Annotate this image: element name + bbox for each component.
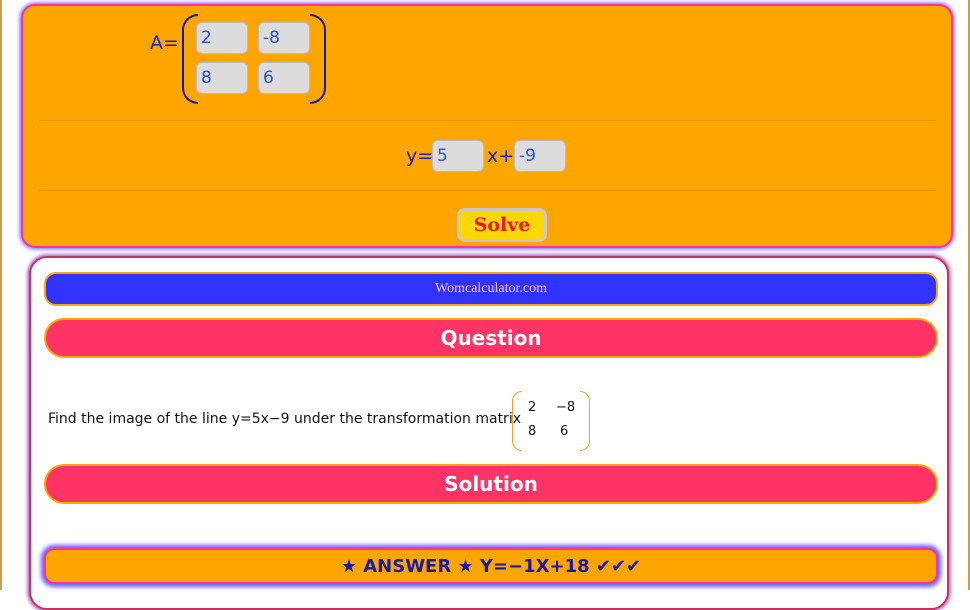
solution-heading: Solution [44, 464, 938, 504]
slope-input[interactable] [432, 140, 484, 172]
divider-top [39, 120, 936, 121]
solve-button[interactable]: Solve [457, 208, 547, 242]
result-panel: Womcalculator.com Question Find the imag… [29, 256, 949, 610]
divider-bottom [39, 190, 936, 191]
question-heading: Question [44, 318, 938, 358]
question-matrix-a22: 6 [560, 424, 569, 439]
matrix-a21-input[interactable] [196, 62, 248, 94]
matrix-a12-input[interactable] [258, 22, 310, 54]
question-matrix-a12: −8 [556, 400, 576, 415]
y-equals-label: y= [406, 145, 434, 167]
x-plus-label: x+ [487, 145, 515, 167]
matrix-right-parenthesis [310, 14, 326, 104]
matrix-label: A= [150, 32, 179, 54]
question-matrix-a11: 2 [528, 400, 537, 415]
input-panel: A= y= x+ Solve [23, 6, 951, 246]
site-banner: Womcalculator.com [44, 272, 938, 306]
question-matrix-a21: 8 [528, 424, 537, 439]
question-text: Find the image of the line y=5x−9 under … [48, 411, 521, 427]
question-matrix-right-parenthesis [580, 391, 590, 451]
intercept-input[interactable] [514, 140, 566, 172]
answer-banner: ★ ANSWER ★ Y=−1X+18 ✔✔✔ [44, 548, 938, 584]
page-border-left [0, 0, 2, 590]
matrix-a11-input[interactable] [196, 22, 248, 54]
question-matrix-left-parenthesis [512, 391, 522, 451]
matrix-a22-input[interactable] [258, 62, 310, 94]
